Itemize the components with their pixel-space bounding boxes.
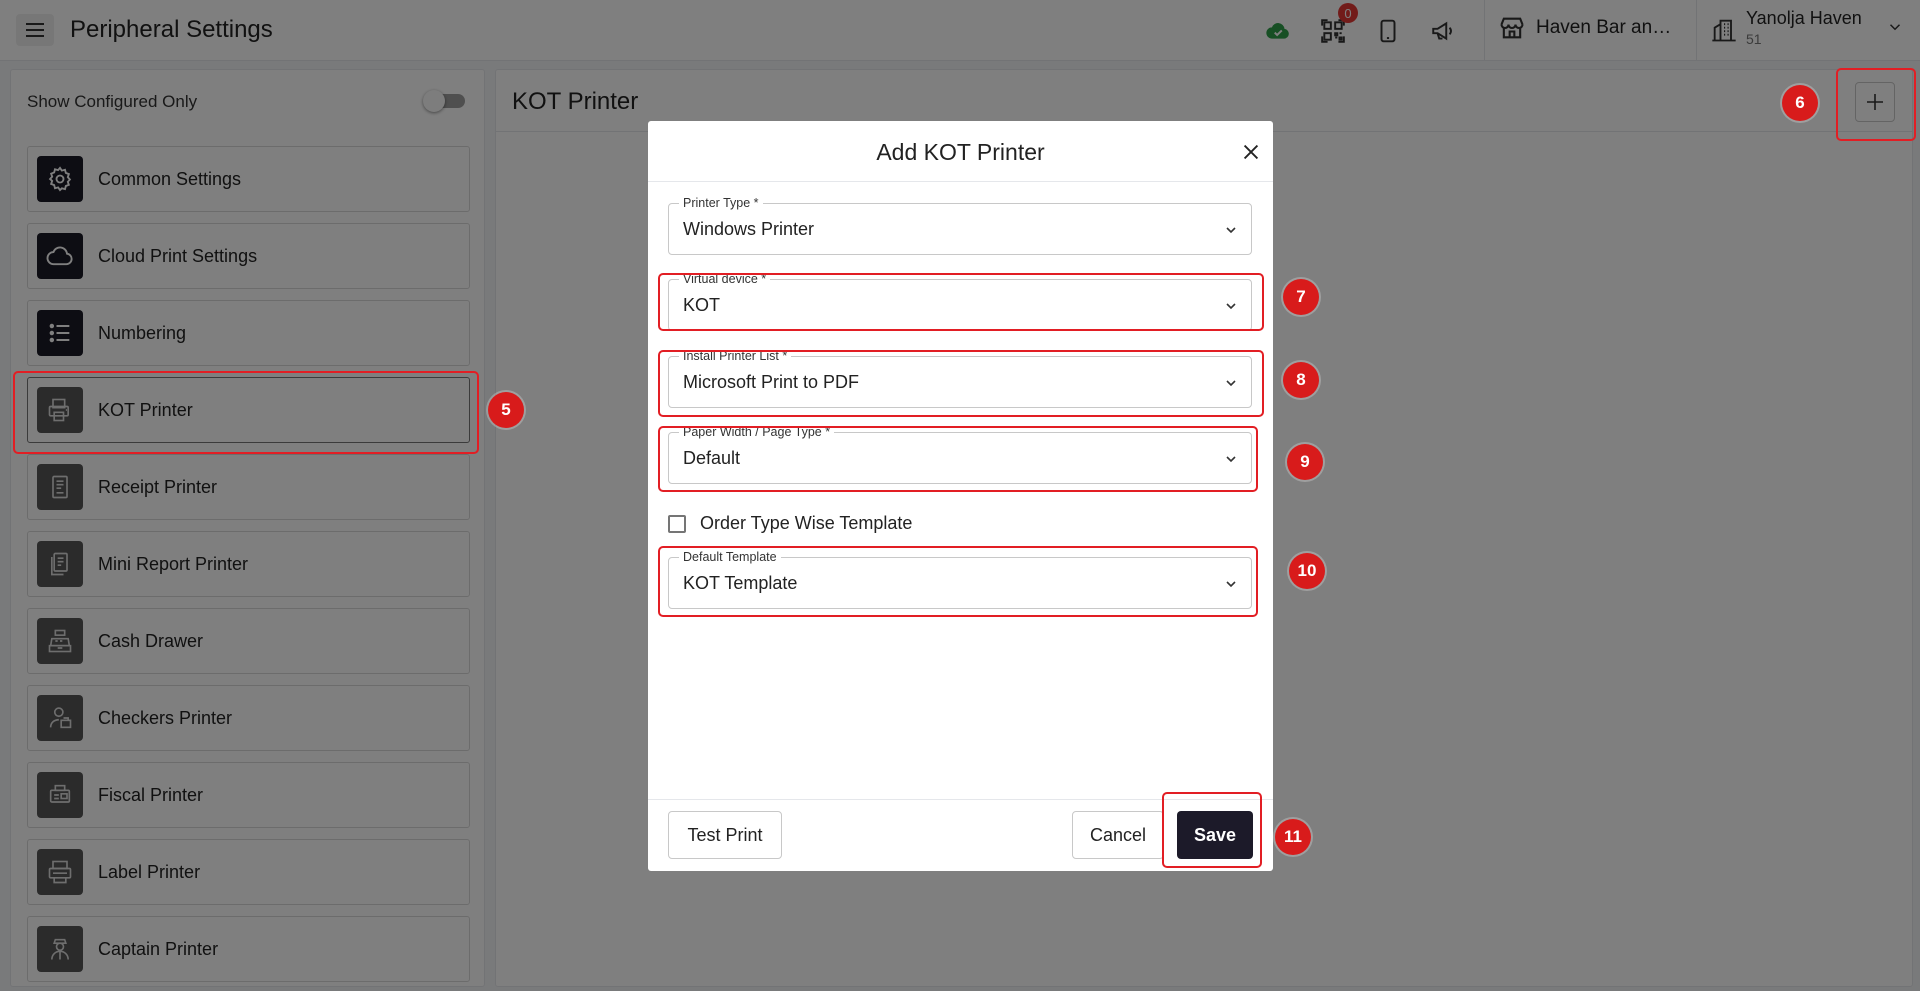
step-number-badge: 7 [1283, 279, 1319, 315]
chevron-down-icon [1226, 227, 1236, 234]
step-number-badge: 6 [1782, 85, 1818, 121]
step-number-badge: 5 [488, 392, 524, 428]
dialog-title: Add KOT Printer [876, 139, 1045, 165]
step-number-badge: 10 [1289, 553, 1325, 589]
cancel-button[interactable]: Cancel [1072, 811, 1164, 859]
checkbox-label: Order Type Wise Template [700, 513, 913, 533]
highlight-kot-printer [13, 371, 479, 454]
step-number-badge: 8 [1283, 362, 1319, 398]
test-print-button[interactable]: Test Print [668, 811, 782, 859]
highlight-paper-width [658, 426, 1258, 492]
highlight-default-template [658, 546, 1258, 617]
field-label: Printer Type * [679, 196, 763, 210]
order-type-wise-option[interactable]: Order Type Wise Template [668, 513, 912, 534]
close-icon [1243, 144, 1259, 160]
printer-type-select[interactable]: Printer Type * Windows Printer [668, 196, 1252, 255]
add-kot-printer-dialog: Add KOT Printer Printer Type * Windows P… [648, 121, 1273, 871]
close-button[interactable] [1236, 137, 1266, 167]
step-number-badge: 11 [1275, 819, 1311, 855]
highlight-save-button [1162, 792, 1262, 868]
highlight-virtual-device [658, 273, 1264, 331]
order-type-wise-checkbox[interactable] [668, 514, 686, 533]
field-value: Windows Printer [683, 219, 815, 239]
highlight-install-printer [658, 350, 1264, 417]
step-number-badge: 9 [1287, 444, 1323, 480]
highlight-add-button [1836, 68, 1916, 141]
dialog-header-divider [648, 181, 1273, 182]
